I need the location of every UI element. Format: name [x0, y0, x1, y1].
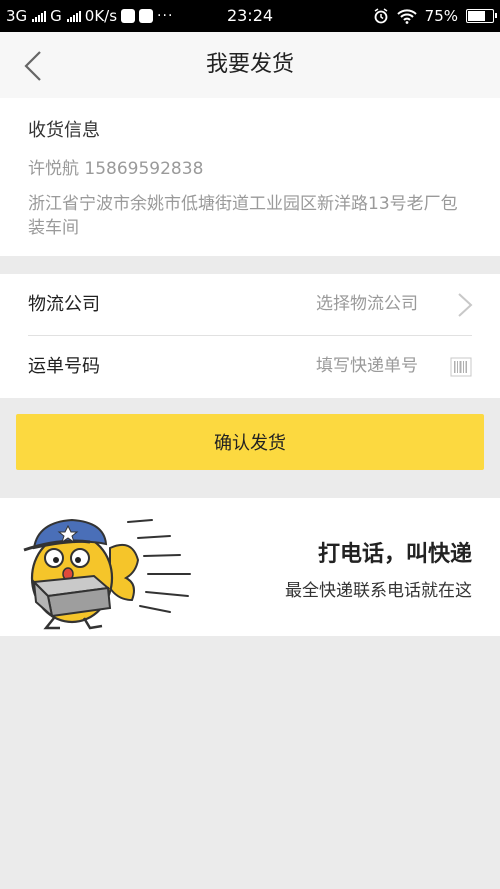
logistics-company-select[interactable]: 选择物流公司 — [316, 274, 418, 335]
barcode-scan-icon[interactable] — [450, 356, 472, 378]
shipping-info-title: 收货信息 — [28, 120, 100, 141]
battery-percent: 75% — [424, 7, 458, 25]
battery-icon — [466, 9, 497, 23]
battery-fill — [468, 11, 485, 21]
nav-bar: 我要发货 — [0, 32, 500, 99]
shipping-info-card: 收货信息 许悦航 15869592838 浙江省宁波市余姚市低塘街道工业园区新洋… — [0, 98, 500, 256]
call-courier-banner[interactable]: 打电话，叫快递 最全快递联系电话就在这 — [0, 498, 500, 636]
banner-title: 打电话，叫快递 — [317, 542, 472, 567]
tracking-number-row: 运单号码 填写快递单号 — [0, 336, 500, 397]
alarm-icon — [374, 8, 388, 24]
recipient-address: 浙江省宁波市余姚市低塘街道工业园区新洋路13号老厂包装车间 — [28, 194, 458, 238]
recipient-name-phone: 许悦航 15869592838 — [28, 159, 204, 179]
courier-mascot-image — [23, 518, 191, 630]
status-right: 75% — [373, 0, 497, 32]
logistics-company-label: 物流公司 — [28, 294, 100, 315]
confirm-ship-button[interactable]: 确认发货 — [16, 414, 484, 470]
status-bar: 3G G 0K/s ··· 23:24 75% — [0, 0, 500, 32]
chevron-right-icon — [458, 293, 473, 317]
banner-subtitle: 最全快递联系电话就在这 — [285, 581, 472, 601]
page-title: 我要发货 — [205, 52, 294, 77]
logistics-company-row[interactable]: 物流公司 选择物流公司 — [0, 274, 500, 336]
tracking-number-label: 运单号码 — [28, 356, 100, 377]
wifi-icon — [396, 9, 417, 24]
tracking-number-input[interactable]: 填写快递单号 — [316, 336, 418, 397]
shipping-form: 物流公司 选择物流公司 运单号码 填写快递单号 — [0, 274, 500, 398]
